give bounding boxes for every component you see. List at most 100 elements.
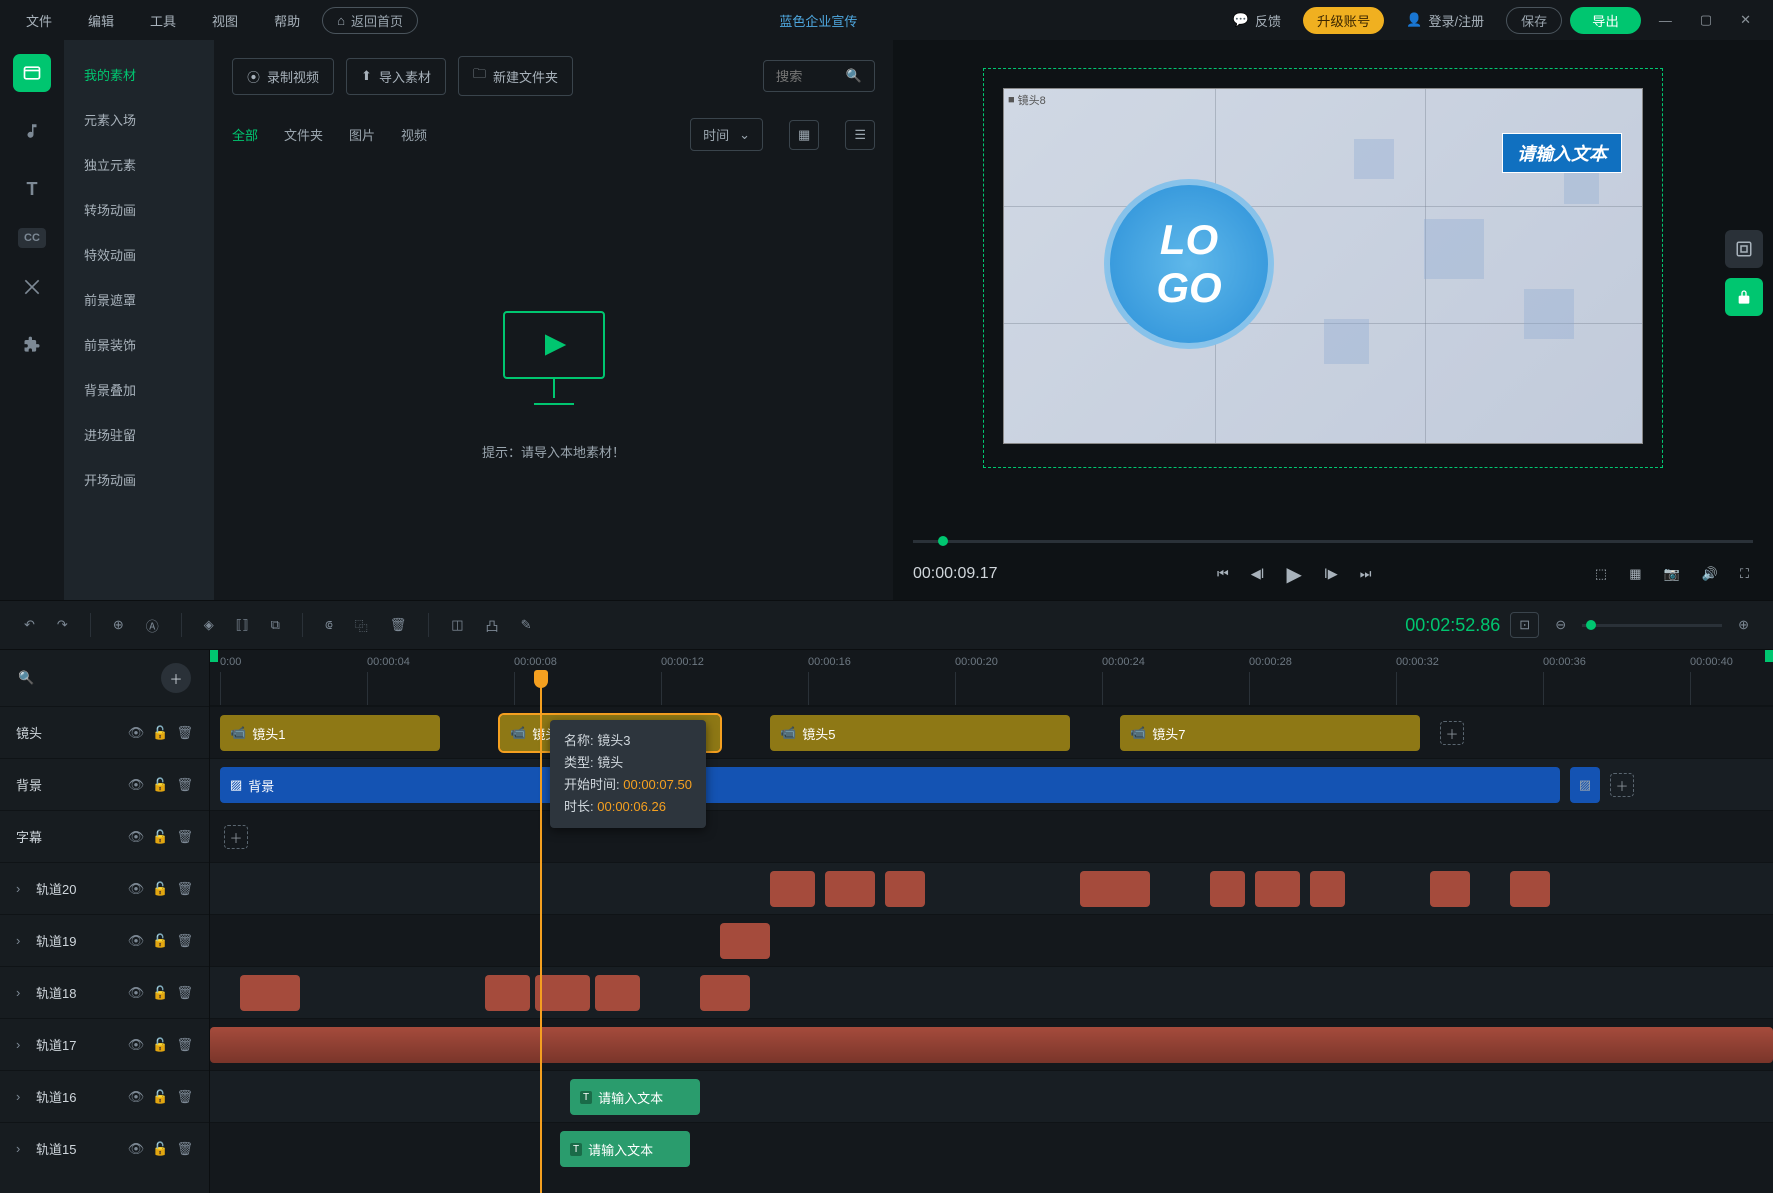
record-button[interactable]: ⦿录制视频 bbox=[232, 58, 334, 95]
delete-track[interactable]: 🗑 bbox=[176, 725, 193, 741]
track-20[interactable] bbox=[210, 862, 1773, 914]
link-button[interactable]: ⧉ bbox=[265, 611, 286, 639]
lock-toggle[interactable]: 🔓 bbox=[152, 1037, 168, 1053]
feedback-button[interactable]: 💬 反馈 bbox=[1219, 7, 1295, 34]
clip-shot[interactable]: 📹镜头5 bbox=[770, 715, 1070, 751]
clip-audio[interactable] bbox=[1080, 871, 1150, 907]
delete-button[interactable]: 🗑 bbox=[384, 611, 413, 639]
zoom-slider[interactable] bbox=[1582, 624, 1722, 627]
lock-toggle[interactable]: 🔓 bbox=[152, 777, 168, 793]
rail-plugins[interactable] bbox=[13, 326, 51, 364]
undo-button[interactable]: ↶ bbox=[18, 611, 41, 639]
expand-icon[interactable]: › bbox=[16, 881, 28, 896]
filter-all[interactable]: 全部 bbox=[232, 125, 258, 144]
import-button[interactable]: ⬆导入素材 bbox=[346, 58, 446, 95]
cat-item[interactable]: 前景遮罩 bbox=[64, 277, 214, 322]
view-list[interactable]: ☰ bbox=[845, 120, 875, 150]
next-frame[interactable]: Ⅰ▶ bbox=[1320, 562, 1342, 586]
goto-start[interactable]: ⏮ bbox=[1213, 562, 1233, 586]
grid-toggle[interactable]: ▦ bbox=[1625, 562, 1645, 586]
playhead[interactable] bbox=[540, 680, 542, 1193]
delete-track[interactable]: 🗑 bbox=[176, 881, 193, 897]
timeline-ruler[interactable]: 0:0000:00:0400:00:0800:00:1200:00:1600:0… bbox=[210, 650, 1773, 706]
visibility-toggle[interactable]: 👁 bbox=[128, 881, 145, 897]
cat-item[interactable]: 开场动画 bbox=[64, 457, 214, 502]
play-button[interactable]: ▶ bbox=[1283, 558, 1306, 591]
preview-scrubber[interactable] bbox=[893, 534, 1773, 548]
fit-button[interactable] bbox=[1725, 230, 1763, 268]
menu-view[interactable]: 视图 bbox=[198, 7, 252, 34]
auto-button[interactable]: Ⓐ bbox=[140, 610, 165, 641]
clip-audio[interactable] bbox=[770, 871, 815, 907]
maximize-button[interactable]: ▢ bbox=[1690, 8, 1722, 32]
mask-button[interactable]: ◫ bbox=[445, 611, 469, 639]
rail-media[interactable] bbox=[13, 54, 51, 92]
clip-audio[interactable] bbox=[1310, 871, 1345, 907]
zoom-in[interactable]: ⊕ bbox=[1732, 611, 1755, 639]
cat-item[interactable]: 转场动画 bbox=[64, 187, 214, 232]
menu-edit[interactable]: 编辑 bbox=[74, 7, 128, 34]
clip-audio[interactable] bbox=[1210, 871, 1245, 907]
expand-icon[interactable]: › bbox=[16, 1037, 28, 1052]
expand-icon[interactable]: › bbox=[16, 985, 28, 1000]
fullscreen-button[interactable]: ⛶ bbox=[1736, 562, 1753, 586]
out-marker[interactable] bbox=[1765, 650, 1773, 662]
home-button[interactable]: ⌂ 返回首页 bbox=[322, 7, 418, 34]
filter-folder[interactable]: 文件夹 bbox=[284, 125, 323, 144]
search-timeline-icon[interactable]: 🔍 bbox=[18, 670, 34, 686]
visibility-toggle[interactable]: 👁 bbox=[128, 1089, 145, 1105]
add-clip[interactable]: ＋ bbox=[224, 825, 248, 849]
menu-file[interactable]: 文件 bbox=[12, 7, 66, 34]
lock-toggle[interactable]: 🔓 bbox=[152, 829, 168, 845]
goto-end[interactable]: ⏭ bbox=[1356, 562, 1376, 586]
track-subtitle[interactable]: ＋ bbox=[210, 810, 1773, 862]
keyframe-button[interactable]: ◈ bbox=[198, 611, 220, 639]
clip-audio[interactable] bbox=[720, 923, 770, 959]
export-frame[interactable]: 凸 bbox=[480, 610, 505, 641]
prev-frame[interactable]: ◀Ⅰ bbox=[1247, 562, 1269, 586]
clip-audio[interactable] bbox=[700, 975, 750, 1011]
view-grid[interactable]: ▦ bbox=[789, 120, 819, 150]
cat-item[interactable]: 前景装饰 bbox=[64, 322, 214, 367]
lock-toggle[interactable]: 🔓 bbox=[152, 881, 168, 897]
menu-help[interactable]: 帮助 bbox=[260, 7, 314, 34]
clip-audio[interactable] bbox=[485, 975, 530, 1011]
track-19[interactable] bbox=[210, 914, 1773, 966]
cat-item[interactable]: 独立元素 bbox=[64, 142, 214, 187]
visibility-toggle[interactable]: 👁 bbox=[128, 777, 145, 793]
cat-item[interactable]: 进场驻留 bbox=[64, 412, 214, 457]
lock-button[interactable] bbox=[1725, 278, 1763, 316]
expand-icon[interactable]: › bbox=[16, 1089, 28, 1104]
visibility-toggle[interactable]: 👁 bbox=[128, 933, 145, 949]
logo-placeholder[interactable]: LO GO bbox=[1104, 179, 1274, 349]
track-16[interactable]: T请输入文本 bbox=[210, 1070, 1773, 1122]
rail-effects[interactable] bbox=[13, 268, 51, 306]
lock-toggle[interactable]: 🔓 bbox=[152, 1089, 168, 1105]
track-bg[interactable]: ▨背景 ▨ ＋ bbox=[210, 758, 1773, 810]
visibility-toggle[interactable]: 👁 bbox=[128, 725, 145, 741]
delete-track[interactable]: 🗑 bbox=[176, 985, 193, 1001]
clip-shot[interactable]: 📹镜头7 bbox=[1120, 715, 1420, 751]
preview-viewport[interactable]: LO GO 请输入文本 bbox=[1003, 88, 1643, 444]
filter-image[interactable]: 图片 bbox=[349, 125, 375, 144]
safe-zone-toggle[interactable]: ⬚ bbox=[1591, 562, 1611, 586]
clip-audio-long[interactable] bbox=[210, 1027, 1773, 1063]
add-marker[interactable]: ⊕ bbox=[107, 611, 130, 639]
search-input[interactable] bbox=[776, 69, 836, 84]
sort-select[interactable]: 时间⌄ bbox=[690, 118, 763, 151]
visibility-toggle[interactable]: 👁 bbox=[128, 1037, 145, 1053]
rail-text[interactable]: T bbox=[13, 170, 51, 208]
zoom-out[interactable]: ⊖ bbox=[1549, 611, 1572, 639]
close-button[interactable]: ✕ bbox=[1730, 8, 1761, 32]
rail-cc[interactable]: CC bbox=[18, 228, 46, 248]
expand-icon[interactable]: › bbox=[16, 1141, 28, 1156]
cat-item[interactable]: 特效动画 bbox=[64, 232, 214, 277]
clip-audio[interactable] bbox=[825, 871, 875, 907]
menu-tools[interactable]: 工具 bbox=[136, 7, 190, 34]
delete-track[interactable]: 🗑 bbox=[176, 1037, 193, 1053]
visibility-toggle[interactable]: 👁 bbox=[128, 829, 145, 845]
cat-item[interactable]: 元素入场 bbox=[64, 97, 214, 142]
rail-audio[interactable] bbox=[13, 112, 51, 150]
track-18[interactable] bbox=[210, 966, 1773, 1018]
delete-track[interactable]: 🗑 bbox=[176, 1141, 193, 1157]
